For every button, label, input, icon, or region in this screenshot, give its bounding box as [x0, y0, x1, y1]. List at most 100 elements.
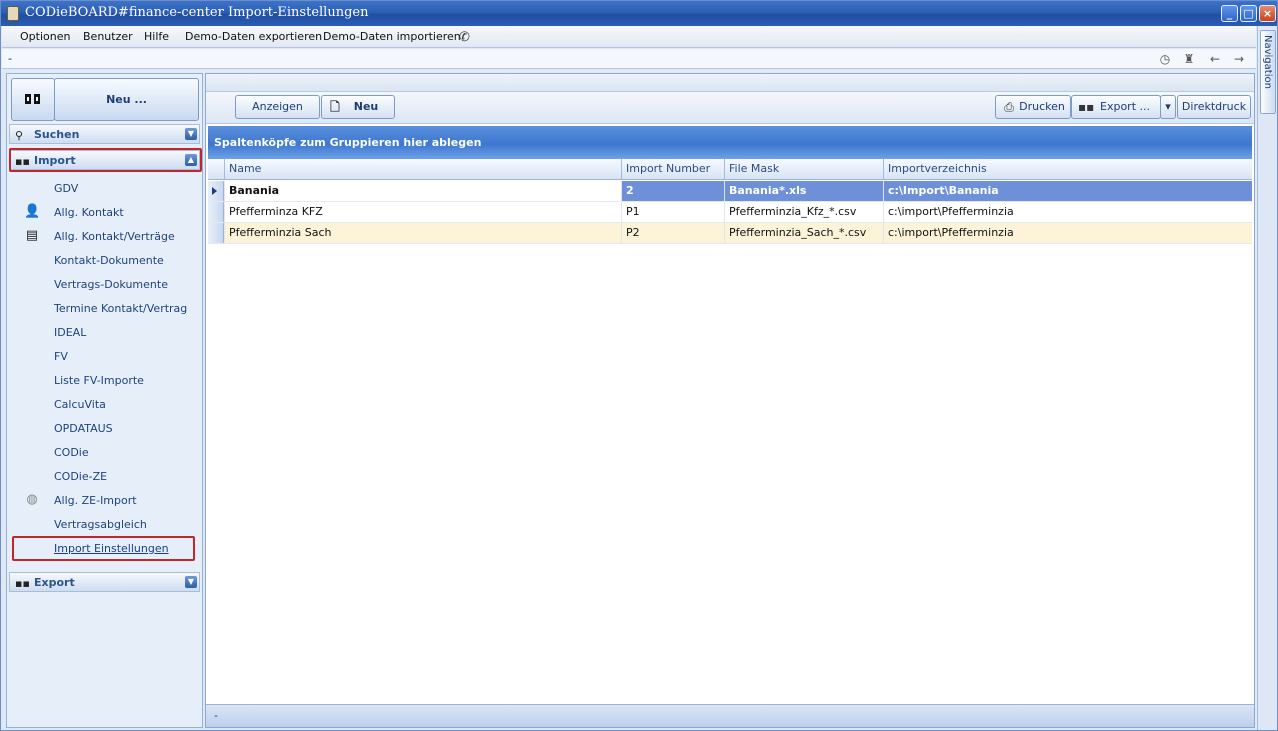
nav-item-codie[interactable]: CODie: [9, 442, 200, 464]
section-export-label: Export: [34, 576, 75, 589]
search-icon: ⚲: [15, 129, 24, 142]
neu-label: Neu: [353, 100, 379, 113]
content-top-bar: [206, 74, 1254, 92]
nav-item-opdataus[interactable]: OPDATAUS: [9, 418, 200, 440]
table-row[interactable]: Pfefferminza KFZ P1 Pfefferminzia_Kfz_*.…: [208, 202, 1252, 223]
nav-item-termine[interactable]: Termine Kontakt/Vertrag: [9, 298, 200, 320]
row-selector[interactable]: [208, 223, 224, 243]
person-icon: 👤: [24, 204, 41, 219]
nav-item-ideal[interactable]: IDEAL: [9, 322, 200, 344]
menu-demo-import[interactable]: Demo-Daten importieren: [323, 30, 461, 43]
toolbar: Anzeigen 🗋 Neu ⎙ Drucken ▪▪ Export ... ▾…: [206, 92, 1254, 124]
drucken-button[interactable]: ⎙ Drucken: [995, 95, 1071, 119]
table-row[interactable]: Pfefferminzia Sach P2 Pfefferminzia_Sach…: [208, 223, 1252, 244]
clock-icon[interactable]: ◷: [1158, 52, 1172, 66]
cell-number[interactable]: 2: [621, 181, 724, 201]
navigation-tab-label: Navigation: [1262, 35, 1273, 89]
cell-name[interactable]: Pfefferminza KFZ: [224, 202, 621, 222]
nav-item-label: Allg. Kontakt/Verträge: [54, 230, 175, 243]
main-content: Anzeigen 🗋 Neu ⎙ Drucken ▪▪ Export ... ▾…: [205, 73, 1255, 728]
navigation-strip: Navigation: [1257, 26, 1277, 730]
nav-item-allg-ze-import[interactable]: ◍ Allg. ZE-Import: [9, 490, 200, 512]
phone-icon[interactable]: ✆: [459, 30, 470, 45]
nav-item-label: CODie-ZE: [54, 470, 108, 483]
menu-demo-export[interactable]: Demo-Daten exportieren: [185, 30, 322, 43]
minimize-button[interactable]: _: [1221, 5, 1238, 22]
back-arrow-icon[interactable]: ←: [1208, 52, 1222, 66]
nav-item-label: CODie: [54, 446, 89, 459]
menu-hilfe[interactable]: Hilfe: [144, 30, 169, 43]
header-name[interactable]: Name: [224, 159, 621, 180]
anzeigen-label: Anzeigen: [252, 100, 303, 113]
cell-name[interactable]: Banania: [224, 181, 621, 201]
nav-item-codie-ze[interactable]: CODie-ZE: [9, 466, 200, 488]
new-button-icon[interactable]: [11, 78, 55, 121]
nav-item-label: CalcuVita: [54, 398, 106, 411]
row-selector[interactable]: [208, 202, 224, 222]
nav-item-label: FV: [54, 350, 68, 363]
table-row[interactable]: Banania 2 Banania*.xls c:\Import\Banania: [208, 181, 1252, 202]
forward-arrow-icon[interactable]: →: [1232, 52, 1246, 66]
new-document-icon: 🗋: [330, 100, 340, 114]
cell-mask[interactable]: Banania*.xls: [724, 181, 883, 201]
close-button[interactable]: ×: [1259, 5, 1276, 22]
neu-button[interactable]: 🗋 Neu: [321, 95, 395, 119]
export-icon: ▪▪: [15, 577, 30, 590]
cell-name[interactable]: Pfefferminzia Sach: [224, 223, 621, 243]
cell-dir[interactable]: c:\Import\Banania: [883, 181, 1252, 201]
app-window: CODieBOARD#finance-center Import-Einstel…: [0, 0, 1278, 731]
nav-item-label: Allg. Kontakt: [54, 206, 124, 219]
nav-item-gdv[interactable]: GDV: [9, 178, 200, 200]
export-dropdown-button[interactable]: ▾: [1160, 95, 1176, 119]
menu-benutzer[interactable]: Benutzer: [83, 30, 133, 43]
cell-mask[interactable]: Pfefferminzia_Sach_*.csv: [724, 223, 883, 243]
export-button[interactable]: ▪▪ Export ...: [1071, 95, 1161, 119]
nav-item-kontakt-dokumente[interactable]: Kontakt-Dokumente: [9, 250, 200, 272]
new-button-group: Neu ...: [11, 78, 199, 121]
section-suchen-label: Suchen: [34, 128, 80, 141]
maximize-button[interactable]: □: [1240, 5, 1257, 22]
section-suchen[interactable]: ⚲ Suchen ▼: [9, 124, 200, 144]
nav-item-label: Vertrags-Dokumente: [54, 278, 168, 291]
nav-item-vertragsabgleich[interactable]: Vertragsabgleich: [9, 514, 200, 536]
row-selector[interactable]: [208, 181, 224, 201]
cell-dir[interactable]: c:\import\Pfefferminzia: [883, 202, 1252, 222]
anzeigen-button[interactable]: Anzeigen: [235, 95, 320, 119]
cell-mask[interactable]: Pfefferminzia_Kfz_*.csv: [724, 202, 883, 222]
chevron-down-icon[interactable]: ▼: [185, 576, 197, 588]
header-file-mask[interactable]: File Mask: [724, 159, 883, 180]
nav-item-liste-fv-importe[interactable]: Liste FV-Importe: [9, 370, 200, 392]
nav-item-label: OPDATAUS: [54, 422, 113, 435]
owl-icon[interactable]: ♜: [1182, 52, 1196, 66]
nav-item-label: Kontakt-Dokumente: [54, 254, 164, 267]
cell-dir[interactable]: c:\import\Pfefferminzia: [883, 223, 1252, 243]
title-bar: CODieBOARD#finance-center Import-Einstel…: [1, 1, 1277, 26]
address-text: -: [8, 52, 12, 65]
section-export[interactable]: ▪▪ Export ▼: [9, 572, 200, 592]
header-importverzeichnis[interactable]: Importverzeichnis: [883, 159, 1252, 180]
nav-item-label: GDV: [54, 182, 79, 195]
navigation-tab[interactable]: Navigation: [1260, 30, 1276, 114]
grid-footer: -: [206, 704, 1254, 727]
cell-number[interactable]: P2: [621, 223, 724, 243]
disc-icon: ◍: [26, 492, 38, 507]
grid-footer-text: -: [214, 709, 218, 722]
highlight-import-einstellungen: [12, 536, 195, 561]
nav-item-allg-kontakt[interactable]: 👤 Allg. Kontakt: [9, 202, 200, 224]
direktdruck-label: Direktdruck: [1181, 100, 1247, 113]
new-button[interactable]: Neu ...: [54, 78, 199, 121]
direktdruck-button[interactable]: Direktdruck: [1177, 95, 1251, 119]
nav-item-vertrags-dokumente[interactable]: Vertrags-Dokumente: [9, 274, 200, 296]
module-icon: [25, 94, 41, 104]
nav-item-label: Liste FV-Importe: [54, 374, 144, 387]
header-import-number[interactable]: Import Number: [621, 159, 724, 180]
menu-optionen[interactable]: Optionen: [20, 30, 70, 43]
nav-item-calcuvita[interactable]: CalcuVita: [9, 394, 200, 416]
cell-number[interactable]: P1: [621, 202, 724, 222]
nav-item-allg-kontakt-vertraege[interactable]: ▤ Allg. Kontakt/Verträge: [9, 226, 200, 248]
group-panel[interactable]: Spaltenköpfe zum Gruppieren hier ablegen: [208, 126, 1252, 159]
chevron-down-icon[interactable]: ▼: [185, 128, 197, 140]
left-pane: Neu ... ⚲ Suchen ▼ ▪▪ Import ▲ GDV 👤 All…: [6, 73, 203, 728]
row-indicator-icon: [212, 187, 217, 195]
nav-item-fv[interactable]: FV: [9, 346, 200, 368]
